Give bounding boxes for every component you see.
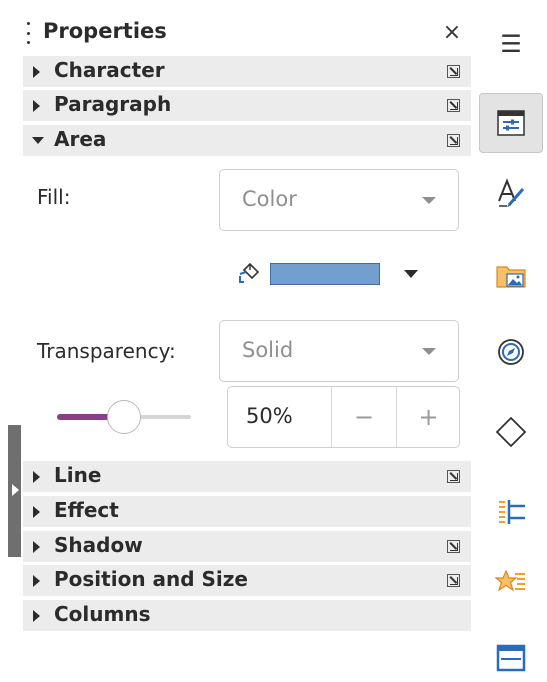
- tab-styles[interactable]: [479, 163, 543, 223]
- slider-thumb[interactable]: [107, 400, 141, 434]
- chevron-down-icon[interactable]: [404, 270, 418, 278]
- tab-manage-changes[interactable]: [479, 628, 543, 682]
- expand-triangle-icon: [33, 575, 40, 587]
- sidebar-menu-button[interactable]: ☰: [479, 16, 543, 72]
- page-icon: [499, 500, 525, 524]
- expand-triangle-icon: [33, 66, 40, 78]
- transparency-label: Transparency:: [37, 339, 176, 363]
- transparency-value[interactable]: 50%: [246, 404, 293, 428]
- section-label: Character: [54, 58, 165, 82]
- tab-gallery[interactable]: [479, 245, 543, 305]
- chevron-down-icon: [422, 348, 436, 355]
- style-inspector-icon: [495, 569, 525, 592]
- section-label: Position and Size: [54, 567, 248, 591]
- section-effect[interactable]: Effect: [23, 496, 471, 527]
- collapse-triangle-icon: [32, 137, 44, 144]
- section-line[interactable]: Line: [23, 461, 471, 492]
- styles-icon: [498, 178, 525, 207]
- fill-color-swatch: [270, 263, 380, 285]
- more-options-icon[interactable]: [447, 65, 460, 78]
- section-area[interactable]: Area: [23, 125, 471, 156]
- section-label: Line: [54, 463, 102, 487]
- section-paragraph[interactable]: Paragraph: [23, 90, 471, 121]
- sidebar-deck: Properties × Character Paragraph Area Fi…: [0, 0, 547, 682]
- tab-shapes[interactable]: [479, 402, 543, 462]
- navigator-icon: [498, 339, 524, 365]
- section-label: Columns: [54, 602, 151, 626]
- section-label: Paragraph: [54, 92, 172, 116]
- tab-style-inspector[interactable]: [479, 553, 543, 613]
- increment-button[interactable]: +: [397, 387, 460, 447]
- chevron-down-icon: [422, 197, 436, 204]
- more-options-icon[interactable]: [447, 470, 460, 483]
- close-button[interactable]: ×: [437, 18, 467, 48]
- shapes-icon: [495, 416, 527, 448]
- transparency-slider[interactable]: [57, 400, 193, 434]
- expand-triangle-icon: [33, 506, 40, 518]
- section-label: Effect: [54, 498, 119, 522]
- section-shadow[interactable]: Shadow: [23, 531, 471, 562]
- more-options-icon[interactable]: [447, 134, 460, 147]
- expand-arrow-icon: [12, 484, 19, 496]
- tab-page[interactable]: [479, 482, 543, 542]
- properties-icon: [497, 110, 525, 136]
- expand-triangle-icon: [33, 541, 40, 553]
- more-options-icon[interactable]: [447, 540, 460, 553]
- drag-grip-icon[interactable]: [27, 22, 30, 44]
- section-label: Shadow: [54, 533, 143, 557]
- section-position-and-size[interactable]: Position and Size: [23, 565, 471, 596]
- section-label: Area: [54, 127, 107, 151]
- transparency-dropdown[interactable]: Solid: [219, 320, 459, 382]
- fill-label: Fill:: [37, 185, 71, 209]
- panel-title: Properties: [43, 19, 167, 43]
- decrement-button[interactable]: −: [332, 387, 396, 447]
- fill-color-picker[interactable]: [232, 258, 432, 288]
- manage-changes-icon: [496, 644, 526, 672]
- tab-navigator[interactable]: [479, 322, 543, 382]
- fill-type-value: Color: [242, 187, 297, 211]
- expand-triangle-icon: [33, 471, 40, 483]
- transparency-spinbox[interactable]: 50% − +: [227, 386, 460, 448]
- more-options-icon[interactable]: [447, 574, 460, 587]
- transparency-mode-value: Solid: [242, 338, 294, 362]
- sidebar-splitter[interactable]: [8, 425, 21, 557]
- paint-bucket-icon: [239, 262, 260, 283]
- section-character[interactable]: Character: [23, 56, 471, 87]
- expand-triangle-icon: [33, 100, 40, 112]
- more-options-icon[interactable]: [447, 99, 460, 112]
- expand-triangle-icon: [33, 610, 40, 622]
- gallery-icon: [496, 266, 526, 288]
- fill-type-dropdown[interactable]: Color: [219, 169, 459, 231]
- tab-properties[interactable]: [479, 93, 543, 153]
- section-columns[interactable]: Columns: [23, 600, 471, 631]
